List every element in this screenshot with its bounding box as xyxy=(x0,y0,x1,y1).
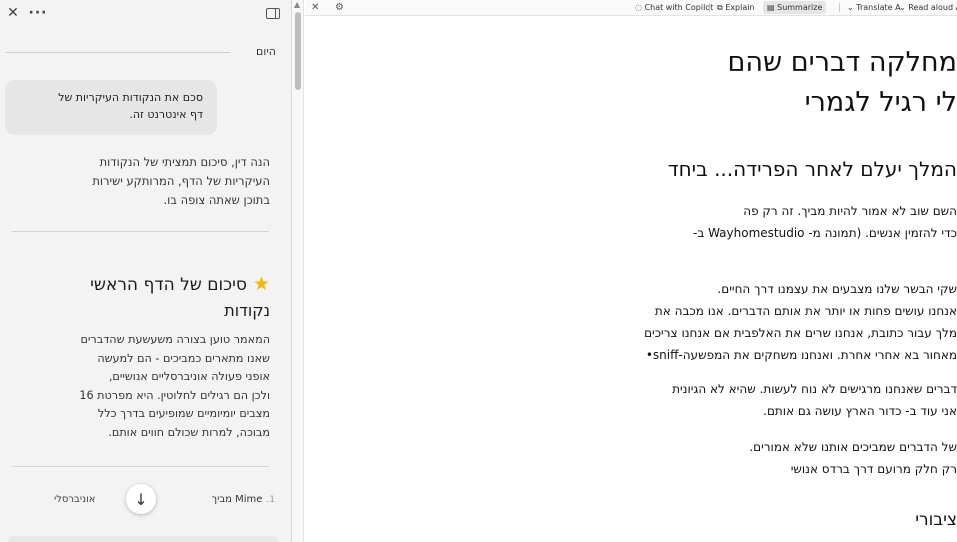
paragraph-line: אני עוד ב- כדור הארץ עושה גם אותם. xyxy=(763,404,957,418)
close-reader-icon[interactable]: ✕ xyxy=(311,1,319,14)
scroll-up-icon[interactable]: ▲ xyxy=(294,0,300,9)
divider xyxy=(12,231,269,232)
reply-line: העיקריות של הדף, המרותקע ישירות xyxy=(92,174,270,188)
reply-line: הנה דין, סיכום תמציתי של הנקודות xyxy=(99,155,270,169)
user-message-line: סכם את הנקודות העיקריות של xyxy=(58,91,203,104)
day-divider xyxy=(6,52,230,53)
sidebar-scrollbar[interactable]: ▲ xyxy=(292,0,304,542)
article-title-line: לי רגיל לגמרי xyxy=(804,87,957,118)
summary-line: המאמר טוען בצורה משעשעת שהדברים xyxy=(80,333,270,346)
summary-line: אופני פעולה אוניברסליים אנושיים, xyxy=(108,370,270,384)
summary-line: מצבים יומיומיים שמופיעים בדרך כלל xyxy=(97,407,270,421)
summarize-icon: ▤ xyxy=(767,3,778,12)
read-aloud-icon: A xyxy=(953,3,957,12)
summary-body: המאמר טוען בצורה משעשעת שהדברים שאנו מתא… xyxy=(40,331,270,443)
translate-button[interactable]: ⌄ Translate A xyxy=(847,1,901,14)
explain-icon: ⧉ xyxy=(717,2,726,12)
reply-line: בתוכן שאתה צופה בו. xyxy=(163,193,270,207)
split-view-icon[interactable] xyxy=(264,4,282,22)
day-label: היום xyxy=(256,45,276,58)
reader-toolbar: ✕ ⚙ ◌ Chat with Copilot ⧉ Explain ▤ Summ… xyxy=(305,0,957,16)
summary-line: ולכן הם רגילים לחלוטין. היא מפרטת 16 xyxy=(79,388,270,402)
citation-main: 1.Mime מביך xyxy=(212,494,275,505)
citation-item[interactable]: 1.Mime מביך אוניברסלי xyxy=(40,494,275,510)
toolbar-divider xyxy=(709,3,710,12)
paragraph-line: כדי להזמין אנשים. (תמונה מ- Wayhomestudi… xyxy=(692,226,957,240)
settings-icon[interactable]: ⚙ xyxy=(335,1,344,14)
paragraph-line: רק חלק מרועם דרך ברדס אנושי xyxy=(790,462,957,476)
scroll-down-button[interactable]: ↓ xyxy=(126,484,156,514)
scrollbar-thumb[interactable] xyxy=(295,12,301,90)
sidebar-header: ✕ ··· xyxy=(0,0,291,26)
divider xyxy=(12,466,269,467)
summary-line: שאנו מתארים כמביכים - הם למעשה xyxy=(97,351,270,365)
citation-text: Mime מביך xyxy=(211,494,263,505)
user-message-bubble: סכם את הנקודות העיקריות של דף אינטרנט זה… xyxy=(5,80,217,135)
article-content: מחלקה דברים שהם לי רגיל לגמרי המלך יעלם … xyxy=(305,16,957,542)
chat-label: Chat with Copilot xyxy=(644,3,714,12)
section-title: המלך יעלם לאחר הפרידה... ביחד xyxy=(667,157,957,181)
summary-heading-text: סיכום של הדף הראשי xyxy=(90,275,247,295)
chat-with-copilot-button[interactable]: ◌ Chat with Copilot xyxy=(635,1,713,14)
chevron-down-icon: ⌄ xyxy=(899,3,909,12)
paragraph-line: מלך עבור כתובת, אנחנו שרים את האלפבית אם… xyxy=(644,326,957,340)
star-icon: ★ xyxy=(252,273,270,295)
copilot-sidebar: ✕ ··· היום סכם את הנקודות העיקריות של דף… xyxy=(0,0,292,542)
article-paragraph: שקי הבשר שלנו מצבעים את עצמנו דרך החיים.… xyxy=(644,278,957,366)
article-paragraph: דברים שאנחנו מרגישים לא נוח לעשות. שהיא … xyxy=(672,378,957,422)
user-message-line: דף אינטרנט זה. xyxy=(129,108,203,121)
summary-heading: ★סיכום של הדף הראשי xyxy=(60,270,270,299)
paragraph-line: דברים שאנחנו מרגישים לא נוח לעשות. שהיא … xyxy=(672,382,957,396)
read-aloud-button[interactable]: ⌄ Read aloud A xyxy=(899,1,957,14)
summarize-label: Summarize xyxy=(777,3,823,12)
chevron-down-icon: ⌄ xyxy=(847,3,857,12)
summary-subheading: נקודות xyxy=(224,301,270,320)
citation-number: 1. xyxy=(266,495,275,505)
copilot-icon: ◌ xyxy=(635,3,645,12)
arrow-down-icon: ↓ xyxy=(134,489,148,509)
toolbar-divider xyxy=(839,3,840,12)
article-title-line: מחלקה דברים שהם xyxy=(727,47,957,78)
article-paragraph: השם שוב לא אמור להיות מביך. זה רק פה כדי… xyxy=(693,200,957,244)
paragraph-line: שקי הבשר שלנו מצבעים את עצמנו דרך החיים. xyxy=(717,282,957,296)
more-icon[interactable]: ··· xyxy=(29,4,47,22)
citation-secondary: אוניברסלי xyxy=(54,494,96,505)
paragraph-line: מאחור בא אחרי אחרת. ואנחנו משחקים את המפ… xyxy=(645,348,957,362)
paragraph-line: של הדברים שמביכים אותנו שלא אמורים. xyxy=(749,440,957,454)
composer-edge[interactable] xyxy=(8,536,278,542)
summarize-button[interactable]: ▤ Summarize xyxy=(763,1,827,14)
paragraph-line: אנחנו עושים פחות או יותר את אותם הדברים.… xyxy=(654,304,957,318)
section-title-bottom: ציבורי xyxy=(915,510,957,530)
close-icon[interactable]: ✕ xyxy=(4,4,22,22)
explain-button[interactable]: ⧉ Explain xyxy=(717,1,755,14)
paragraph-line: השם שוב לא אמור להיות מביך. זה רק פה xyxy=(743,204,957,218)
translate-label: Translate xyxy=(856,3,893,12)
article-paragraph: של הדברים שמביכים אותנו שלא אמורים. רק ח… xyxy=(749,436,957,480)
assistant-reply: הנה דין, סיכום תמציתי של הנקודות העיקריו… xyxy=(10,153,270,210)
summary-line: מבוכה, למרות שכולם חווים אותם. xyxy=(108,425,270,439)
explain-label: Explain xyxy=(725,3,755,12)
read-aloud-label: Read aloud xyxy=(908,3,954,12)
